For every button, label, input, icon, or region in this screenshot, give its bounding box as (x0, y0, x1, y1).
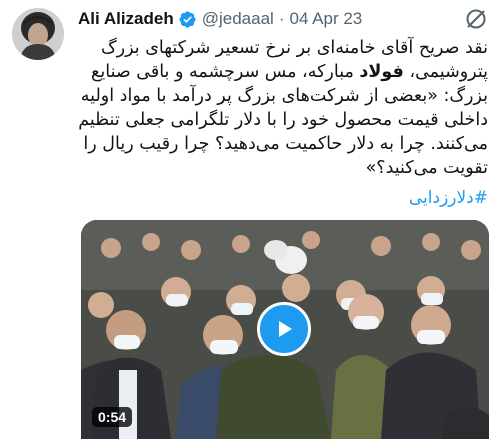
tweet-text-line: می‌کنند. چرا به دلار حاکمیت می‌دهید؟ چرا… (83, 134, 488, 154)
tweet-text-line: داخلی قیمت محصول خود را با دلار تلگرامی … (78, 110, 488, 130)
play-button[interactable] (257, 302, 311, 356)
tweet-text-bold: فولاد (359, 62, 404, 82)
tweet-date[interactable]: 04 Apr 23 (289, 9, 362, 29)
grok-icon[interactable] (464, 7, 488, 31)
author-name[interactable]: Ali Alizadeh (78, 9, 174, 29)
tweet-text: نقد صریح آقای خامنه‌ای بر نرخ تسعیر شرکت… (78, 36, 488, 180)
tweet-text-segment: مبارکه، مس سرچشمه و باقی صنایع (91, 62, 360, 82)
tweet-text-line: نقد صریح آقای خامنه‌ای بر نرخ تسعیر شرکت… (101, 38, 488, 58)
tweet-header: Ali Alizadeh @jedaaal · 04 Apr 23 (78, 8, 362, 30)
header-separator: · (278, 9, 285, 28)
tweet-text-line: تقویت می‌کنید؟» (365, 158, 488, 178)
tweet-text-line: بزرگ: «بعضی از شرکت‌های بزرگ پر درآمد با… (80, 86, 488, 106)
author-handle[interactable]: @jedaaal (202, 9, 274, 29)
verified-badge-icon (178, 10, 197, 29)
tweet-text-line: پتروشیمی، فولاد مبارکه، مس سرچشمه و باقی… (78, 60, 488, 84)
video-duration: 0:54 (92, 407, 133, 427)
tweet-text-segment: پتروشیمی، (403, 62, 488, 82)
user-avatar[interactable] (12, 8, 64, 60)
play-icon (279, 321, 292, 337)
tweet[interactable]: Ali Alizadeh @jedaaal · 04 Apr 23 نقد صر… (0, 0, 500, 439)
video-player[interactable]: 0:54 (81, 220, 489, 439)
hashtag-link[interactable]: #دلارزدایی (409, 188, 488, 208)
